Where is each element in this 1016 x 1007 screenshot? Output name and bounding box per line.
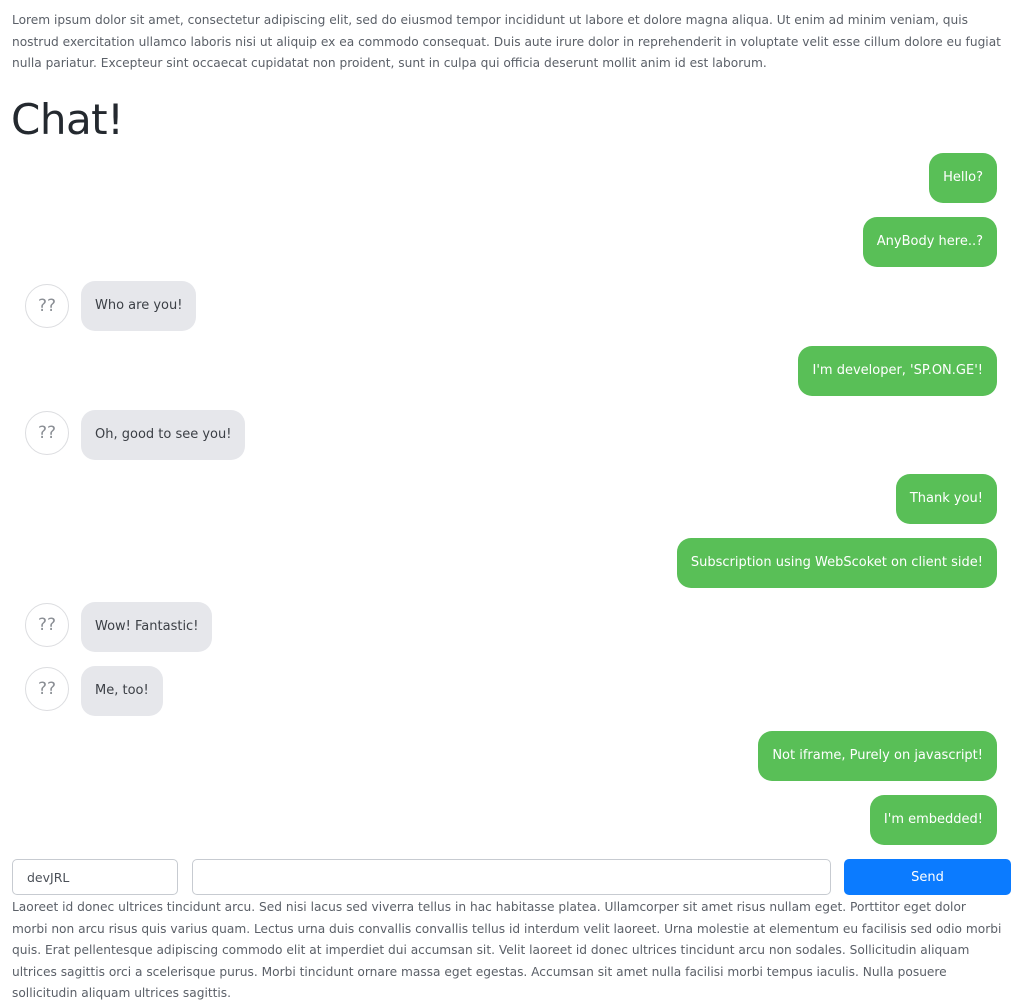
username-input[interactable] bbox=[12, 859, 178, 895]
outgoing-message: I'm embedded! bbox=[869, 795, 997, 845]
outgoing-message: Thank you! bbox=[895, 474, 997, 524]
avatar: ?? bbox=[25, 284, 69, 328]
avatar: ?? bbox=[25, 667, 69, 711]
outgoing-message: Subscription using WebScoket on client s… bbox=[676, 538, 997, 588]
incoming-message: Me, too! bbox=[81, 666, 163, 716]
intro-paragraph: Lorem ipsum dolor sit amet, consectetur … bbox=[12, 13, 1001, 70]
avatar: ?? bbox=[25, 411, 69, 455]
avatar: ?? bbox=[25, 603, 69, 647]
page-title: Chat! bbox=[11, 95, 124, 144]
incoming-message: Who are you! bbox=[81, 281, 197, 331]
footer-paragraph: Laoreet id donec ultrices tincidunt arcu… bbox=[12, 900, 1002, 1000]
message-input[interactable] bbox=[192, 859, 831, 895]
incoming-message: Wow! Fantastic! bbox=[81, 602, 213, 652]
outgoing-message: AnyBody here..? bbox=[862, 217, 997, 267]
outgoing-message: Not iframe, Purely on javascript! bbox=[758, 731, 997, 781]
incoming-message: Oh, good to see you! bbox=[81, 410, 246, 460]
send-button[interactable]: Send bbox=[844, 859, 1011, 895]
outgoing-message: Hello? bbox=[929, 153, 997, 203]
outgoing-message: I'm developer, 'SP.ON.GE'! bbox=[798, 346, 997, 396]
